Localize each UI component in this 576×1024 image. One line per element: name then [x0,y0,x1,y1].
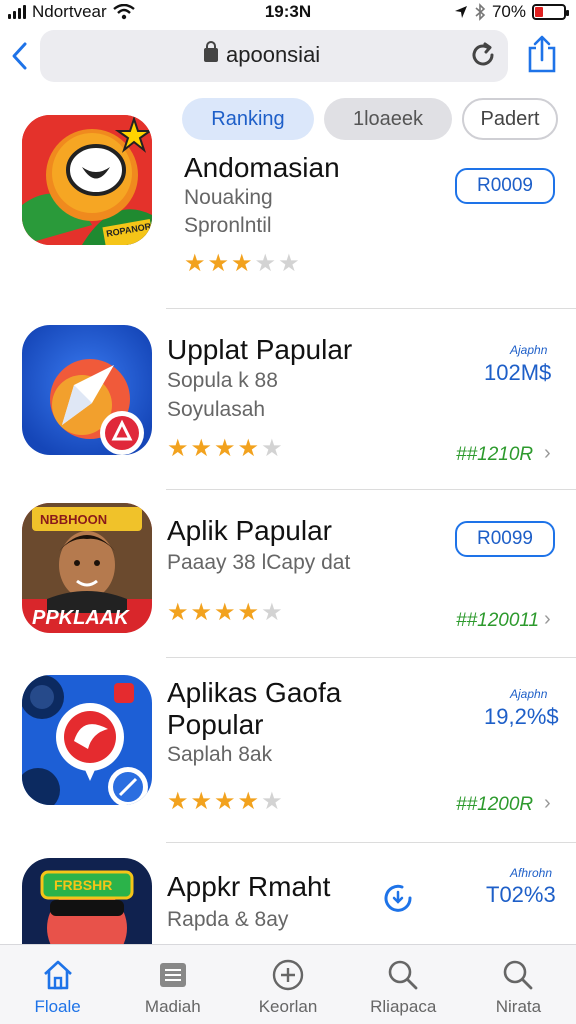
app-title-line-2[interactable]: Popular [167,709,264,741]
tab-search[interactable]: Rliapaca [346,945,461,1024]
home-icon [43,960,72,990]
get-button[interactable]: R0009 [455,168,555,204]
tab-label: Keorlan [258,997,318,1016]
app-subtitle: Sopula k 88 [167,369,278,392]
star-filled-icon: ★ [237,599,260,626]
app-icon-aplikas[interactable] [22,675,152,805]
reload-icon[interactable] [468,40,498,70]
filter-chips: Ranking 1loaeek Padert [182,98,558,140]
star-filled-icon: ★ [184,250,206,277]
battery-icon [532,4,569,20]
back-chevron-icon[interactable] [6,36,34,76]
plus-circle-icon [272,959,304,991]
star-empty-icon: ★ [261,788,283,815]
app-title[interactable]: Andomasian [184,152,340,184]
row-divider [166,842,576,843]
battery-percent: 70% [491,2,526,21]
app-icon-appkr[interactable]: FRBSHR [22,858,152,944]
price-caption: Ajaphn [510,343,548,357]
star-filled-icon: ★ [190,788,213,815]
get-button[interactable]: R0099 [455,521,555,557]
battery-fill [535,7,544,17]
star-filled-icon: ★ [237,435,260,462]
chevron-right-icon[interactable]: › [544,442,551,465]
app-title[interactable]: Appkr Rmaht [167,871,330,903]
price-caption: Afhrohn [510,866,553,880]
star-rating: ★ ★ ★ ★ ★ [167,437,283,461]
star-filled-icon: ★ [237,788,260,815]
search-icon [504,960,533,990]
chip-ranking[interactable]: Ranking [182,98,314,140]
chip-week[interactable]: 1loaeek [324,98,452,140]
star-rating: ★ ★ ★ ★ ★ [167,601,283,625]
tab-media[interactable]: Madiah [115,945,230,1024]
search-icon [388,960,418,990]
cloud-download-icon[interactable] [380,880,416,916]
app-subtitle: Paaay 38 lCapy dat [167,551,351,574]
app-title[interactable]: Aplik Papular [167,515,332,547]
tab-label: Nirata [495,997,542,1016]
share-icon[interactable] [526,34,558,74]
icon-badge-text: FRBSHR [54,877,113,893]
row-divider [166,489,576,490]
status-right: 70% [454,2,569,22]
price-label[interactable]: 19,2%$ [484,704,559,730]
row-divider [166,308,576,309]
star-empty-icon: ★ [261,435,283,462]
tab-bar: Floale Madiah Keorlan Rliapaca Nirata [0,944,576,1024]
star-filled-icon: ★ [167,599,189,626]
chip-parent[interactable]: Padert [462,98,558,140]
address-bar[interactable]: apoonsiai [40,30,508,82]
downloads-label: ##120011 [456,610,540,631]
tab-search-2[interactable]: Nirata [461,945,576,1024]
app-title[interactable]: Upplat Papular [167,334,352,366]
list-icon [159,963,186,987]
lock-icon [204,41,218,62]
star-filled-icon: ★ [214,599,236,626]
url-text: apoonsiai [226,42,321,67]
app-subtitle: Nouaking [184,186,273,209]
star-empty-icon: ★ [261,599,283,626]
icon-top-text: NBBHOON [40,512,108,527]
browser-toolbar: apoonsiai [0,28,576,84]
downloads-label: ##1210R [456,444,534,465]
star-filled-icon: ★ [190,435,213,462]
star-filled-icon: ★ [167,435,189,462]
app-icon-aplik[interactable]: NBBHOON PPKLAAK [22,503,152,633]
tab-add[interactable]: Keorlan [230,945,345,1024]
app-subtitle-2: Soyulasah [167,398,266,421]
app-subtitle: Rapda & 8ay [167,908,289,931]
app-icon-andomasian[interactable]: ROPANOR [22,115,152,245]
row-divider [166,657,576,658]
star-filled-icon: ★ [190,599,213,626]
star-empty-icon: ★ [278,250,300,277]
star-rating: ★ ★ ★ ★ ★ [167,790,283,814]
tab-label: Rliapaca [370,997,437,1016]
location-icon [454,6,467,18]
app-subtitle-2: Spronlntil [184,214,272,237]
price-label[interactable]: 102M$ [484,360,551,386]
star-filled-icon: ★ [214,788,236,815]
chevron-right-icon[interactable]: › [544,792,551,815]
chevron-right-icon[interactable]: › [544,608,551,631]
star-empty-icon: ★ [254,250,277,277]
status-bar: Ndortvear 19:3N 70% [0,0,576,26]
app-title[interactable]: Aplikas Gaofa [167,677,341,709]
price-caption: Ajaphn [510,687,548,701]
star-rating: ★ ★ ★ ★ ★ [184,252,300,276]
price-label[interactable]: T02%3 [486,882,556,908]
app-subtitle: Saplah 8ak [167,743,273,766]
tab-home[interactable]: Floale [0,945,115,1024]
star-filled-icon: ★ [231,250,253,277]
downloads-label: ##1200R [456,794,534,815]
bluetooth-icon [475,3,486,21]
tab-label: Madiah [144,997,201,1016]
app-icon-upplat[interactable] [22,325,152,455]
tab-label: Floale [34,997,81,1016]
star-filled-icon: ★ [167,788,189,815]
icon-bottom-text: PPKLAAK [32,607,129,629]
star-filled-icon: ★ [207,250,230,277]
star-filled-icon: ★ [214,435,236,462]
